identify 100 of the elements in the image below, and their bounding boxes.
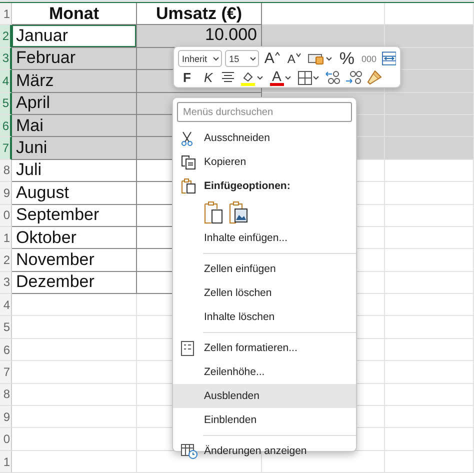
merge-center-icon[interactable] (382, 51, 396, 66)
cell[interactable] (385, 338, 474, 362)
cell[interactable] (385, 272, 474, 294)
cell[interactable] (262, 25, 385, 48)
cell[interactable] (385, 406, 474, 428)
decrease-decimal-icon[interactable] (324, 70, 342, 85)
format-painter-icon[interactable] (366, 70, 382, 85)
caret-icon[interactable] (213, 56, 220, 60)
caret-icon[interactable] (312, 76, 319, 80)
clipboard-icon (181, 178, 196, 194)
menu-item[interactable]: Ausschneiden (173, 126, 356, 150)
row-number[interactable]: 1 (0, 226, 12, 250)
caret-icon (296, 52, 302, 56)
cell[interactable] (12, 316, 137, 339)
row-number[interactable]: 0 (0, 428, 12, 451)
row-number[interactable]: 3 (0, 272, 12, 294)
cell[interactable] (385, 92, 474, 115)
menu-item[interactable]: Inhalte löschen (173, 305, 356, 329)
table-cell: Februar (12, 48, 137, 70)
menu-item[interactable]: Zellen löschen (173, 281, 356, 305)
menu-item[interactable]: Kopieren (173, 150, 356, 174)
table-cell: Dezember (12, 272, 137, 294)
shrink-font-button[interactable]: A (285, 50, 304, 68)
cell[interactable] (12, 384, 137, 406)
increase-decimal-icon[interactable] (344, 70, 363, 85)
table-cell: Juni (12, 137, 137, 160)
cell[interactable] (385, 450, 474, 473)
row-number[interactable]: 7 (0, 361, 12, 384)
row-number[interactable]: 9 (0, 182, 12, 205)
caret-icon[interactable] (326, 56, 332, 60)
table-cell: September (12, 204, 137, 227)
cell[interactable] (12, 428, 137, 451)
row-number[interactable]: 3 (0, 48, 12, 70)
percent-button[interactable]: % (337, 50, 356, 68)
table-cell: Juli (12, 160, 137, 182)
row-number[interactable]: 0 (0, 204, 12, 227)
cell[interactable] (385, 226, 474, 250)
font-dropdown[interactable]: Inherit (178, 50, 222, 67)
bold-button[interactable]: F (178, 68, 196, 86)
paste-button[interactable] (204, 200, 223, 224)
table-cell: März (12, 70, 137, 93)
menu-item[interactable]: Einblenden (173, 408, 356, 432)
row-number[interactable]: 2 (0, 249, 12, 272)
paste-picture-button[interactable] (229, 200, 248, 224)
align-center-icon[interactable] (220, 71, 235, 84)
cell[interactable] (385, 428, 474, 451)
cell[interactable] (385, 160, 474, 182)
cell[interactable] (385, 316, 474, 339)
row-number[interactable]: 6 (0, 114, 12, 138)
cell[interactable] (12, 361, 137, 384)
italic-button[interactable]: K (198, 68, 218, 86)
copy-icon (181, 154, 196, 170)
borders-button[interactable] (296, 68, 321, 86)
row-number[interactable]: 4 (0, 70, 12, 93)
table-cell: April (12, 92, 137, 115)
paint-bucket-icon (240, 70, 256, 86)
cell[interactable] (12, 338, 137, 362)
row-number[interactable]: 9 (0, 406, 12, 428)
cell[interactable] (12, 450, 137, 473)
table-cell: Oktober (12, 226, 137, 250)
menu-item[interactable]: Inhalte einfügen... (173, 226, 356, 250)
row-number[interactable]: 1 (0, 450, 12, 473)
row-number[interactable]: 6 (0, 338, 12, 362)
thousands-separator-button[interactable]: 000 (359, 50, 378, 68)
row-number[interactable]: 1 (0, 3, 12, 26)
row-number[interactable]: 8 (0, 160, 12, 182)
row-number[interactable]: 5 (0, 92, 12, 115)
row-number[interactable]: 2 (0, 25, 12, 48)
menu-item[interactable]: Zellen formatieren... (173, 336, 356, 360)
font-color-button[interactable]: A (268, 68, 293, 86)
row-number[interactable]: 7 (0, 137, 12, 160)
row-number[interactable]: 5 (0, 316, 12, 339)
cell[interactable] (385, 137, 474, 160)
search-field[interactable]: Menüs durchsuchen (177, 102, 352, 122)
caret-icon[interactable] (256, 76, 263, 80)
cell[interactable] (385, 182, 474, 205)
caret-icon[interactable] (284, 76, 291, 80)
table-cell: November (12, 249, 137, 272)
table-cell: 10.000 (137, 25, 262, 48)
grow-font-button[interactable]: A (262, 50, 282, 68)
menu-item[interactable]: Zellen einfügen (173, 257, 356, 281)
cell[interactable] (12, 406, 137, 428)
table-cell: Januar (12, 25, 137, 48)
cell[interactable] (385, 384, 474, 406)
caret-icon[interactable] (250, 56, 256, 60)
table-cell: Mai (12, 114, 137, 138)
row-number[interactable]: 8 (0, 384, 12, 406)
row-number[interactable]: 4 (0, 294, 12, 316)
cell[interactable] (385, 294, 474, 316)
cell[interactable] (385, 204, 474, 227)
menu-item[interactable]: Zeilenhöhe... (173, 360, 356, 384)
cell[interactable] (385, 361, 474, 384)
menu-item[interactable]: Änderungen anzeigen (173, 439, 356, 463)
cell[interactable] (385, 25, 474, 48)
menu-section-label: Einfügeoptionen: (204, 180, 290, 192)
cell[interactable] (385, 249, 474, 272)
cell[interactable] (12, 294, 137, 316)
font-size-dropdown[interactable]: 15 (225, 50, 260, 67)
menu-item[interactable]: Ausblenden (173, 384, 356, 408)
format-cells-icon (181, 340, 194, 356)
